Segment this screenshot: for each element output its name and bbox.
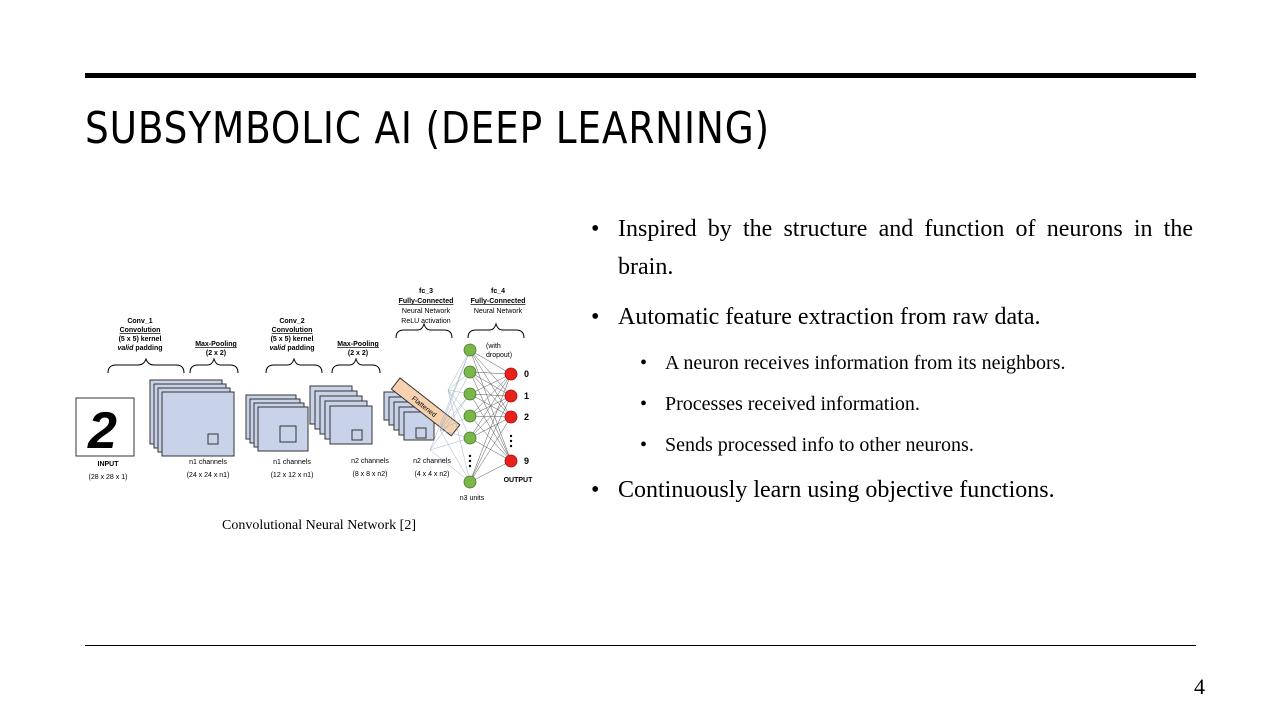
- pool1-name: Max-Pooling: [195, 341, 237, 348]
- figure-caption: Convolutional Neural Network [2]: [222, 518, 417, 533]
- feature-map-stack-3: [309, 385, 373, 445]
- fc4-type: Fully-Connected: [471, 298, 526, 305]
- conv1-pad-em: valid: [117, 345, 134, 352]
- conv1-kernel: (5 x 5) kernel: [119, 336, 162, 343]
- page-number: 4: [1194, 674, 1205, 699]
- dropout-line-2: dropout): [486, 352, 512, 359]
- output-label-0: 0: [524, 369, 529, 379]
- ch3-label: n2 channels: [351, 458, 389, 465]
- bullet-text: Inspired by the structure and function o…: [618, 216, 1193, 280]
- ch3-dim: (8 x 8 x n2): [352, 471, 387, 478]
- output-neuron-2: [504, 410, 518, 424]
- brace-conv2: [265, 357, 323, 374]
- ch2-label: n1 channels: [273, 459, 311, 466]
- bullet-item: • Continuously learn using objective func…: [591, 471, 1193, 509]
- brace-pool2: [331, 357, 381, 374]
- ch4-label: n2 channels: [413, 458, 451, 465]
- fc3-name: fc_3: [419, 288, 433, 295]
- brace-fc3: [395, 322, 453, 339]
- brace-fc4: [467, 322, 525, 339]
- bullet-glyph: •: [591, 477, 600, 503]
- fc3-type: Fully-Connected: [399, 298, 454, 305]
- dropout-line-1: (with: [486, 343, 501, 350]
- bullet-item: • Automatic feature extraction from raw d…: [591, 298, 1193, 336]
- sub-bullet-item: • Processes received information.: [640, 389, 1193, 419]
- pool2-name: Max-Pooling: [337, 341, 379, 348]
- fc4-name: fc_4: [491, 288, 505, 295]
- ch2-dim: (12 x 12 x n1): [271, 472, 314, 479]
- output-neuron-1: [504, 389, 518, 403]
- conv2-padding: valid padding: [269, 345, 314, 352]
- feature-map-stack-2: [245, 394, 309, 452]
- output-label-9: 9: [524, 456, 529, 466]
- bullet-glyph: •: [640, 352, 648, 374]
- pool1-size: (2 x 2): [206, 350, 226, 357]
- input-digit: 2: [87, 402, 117, 460]
- feature-map-stack-1: [149, 379, 235, 457]
- pool2-size: (2 x 2): [348, 350, 368, 357]
- ch4-dim: (4 x 4 x n2): [414, 471, 449, 478]
- conv1-padding: valid padding: [117, 345, 162, 352]
- output-label-1: 1: [524, 391, 529, 401]
- fc3-activation: ReLU activation: [401, 318, 451, 325]
- bullet-item: • Inspired by the structure and function …: [591, 210, 1193, 286]
- sub-bullet-text: Processes received information.: [665, 393, 920, 415]
- hidden-neuron: [463, 475, 477, 489]
- ch1-dim: (24 x 24 x n1): [187, 472, 230, 479]
- conv2-pad-em: valid: [269, 345, 286, 352]
- fc3-desc: Neural Network: [402, 308, 451, 315]
- conv1-pad: padding: [133, 345, 162, 352]
- ch1-label: n1 channels: [189, 459, 227, 466]
- output-label-2: 2: [524, 412, 529, 422]
- brace-pool1: [189, 357, 239, 374]
- conv1-type: Convolution: [120, 327, 161, 334]
- fc4-desc: Neural Network: [474, 308, 523, 315]
- sub-bullet-item: • A neuron receives information from its …: [640, 348, 1193, 378]
- output-neuron-0: [504, 367, 518, 381]
- sub-bullet-text: Sends processed info to other neurons.: [665, 434, 974, 456]
- output-label: OUTPUT: [504, 477, 534, 484]
- bullet-text: Continuously learn using objective funct…: [618, 477, 1055, 503]
- hidden-neuron: [463, 343, 477, 357]
- conv2-name: Conv_2: [279, 318, 304, 325]
- bottom-rule: [85, 645, 1196, 646]
- conv2-kernel: (5 x 5) kernel: [271, 336, 314, 343]
- bullet-text: Automatic feature extraction from raw da…: [618, 304, 1041, 330]
- hidden-neuron: [463, 431, 477, 445]
- hidden-neuron: [463, 387, 477, 401]
- input-dim: (28 x 28 x 1): [89, 474, 128, 481]
- conv2-type: Convolution: [272, 327, 313, 334]
- bullet-list: • Inspired by the structure and function …: [591, 210, 1193, 521]
- conv1-name: Conv_1: [127, 318, 152, 325]
- slide-title: SUBSYMBOLIC AI (DEEP LEARNING): [85, 103, 770, 154]
- brace-conv1: [107, 357, 185, 374]
- sub-bullet-text: A neuron receives information from its n…: [665, 352, 1066, 374]
- n3-units-label: n3 units: [460, 495, 485, 502]
- hidden-neuron: [463, 409, 477, 423]
- bullet-glyph: •: [640, 434, 648, 456]
- top-rule: [85, 73, 1196, 78]
- conv2-pad: padding: [285, 345, 314, 352]
- bullet-glyph: •: [591, 216, 600, 242]
- hidden-neuron: [463, 365, 477, 379]
- sub-bullet-item: • Sends processed info to other neurons.: [640, 430, 1193, 460]
- input-label: INPUT: [98, 461, 120, 468]
- output-neuron-9: [504, 454, 518, 468]
- cnn-diagram: 2 Flattened 0 1 2 9 Conv_1 Convolution (…: [75, 288, 534, 502]
- bullet-glyph: •: [591, 304, 600, 330]
- bullet-glyph: •: [640, 393, 648, 415]
